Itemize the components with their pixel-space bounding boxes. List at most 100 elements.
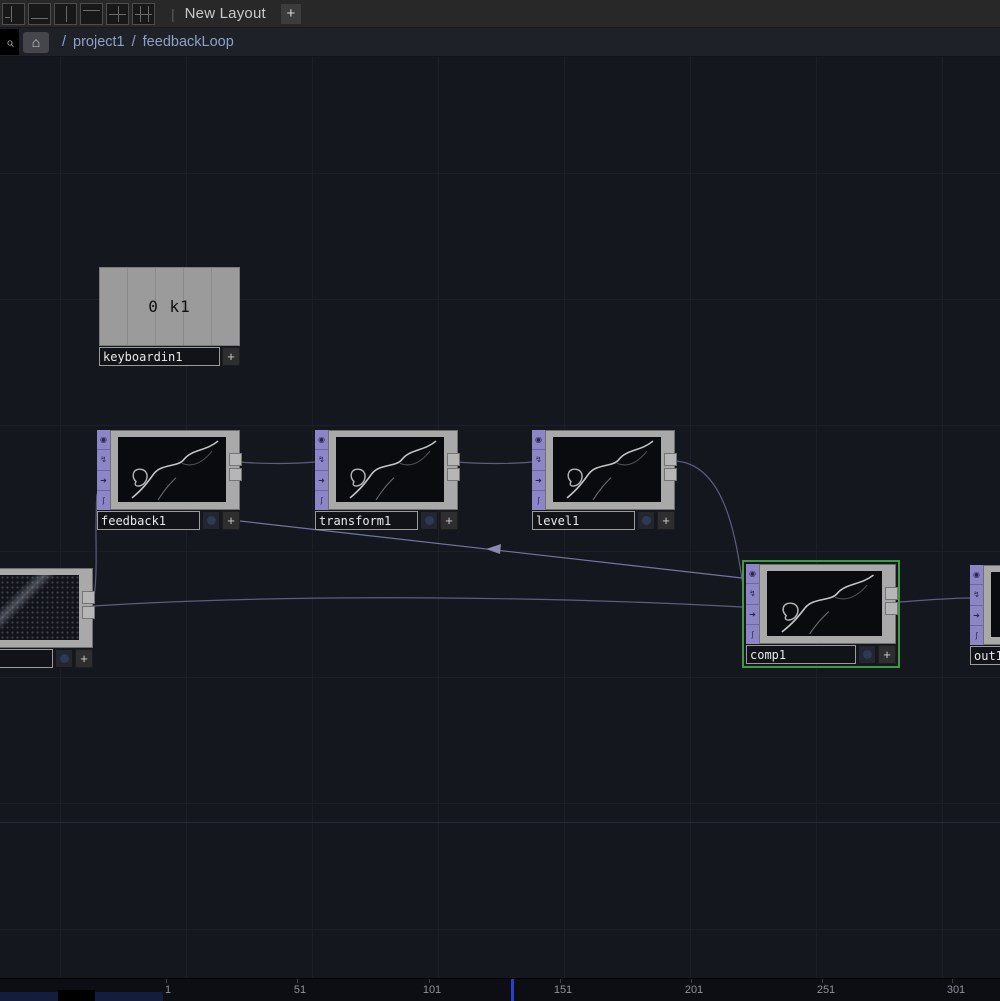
layout-preset-4-button[interactable] [80, 3, 103, 25]
transform1-viewer-toggle[interactable] [420, 511, 438, 530]
timeline-tick-label: 301 [947, 984, 965, 996]
search-button[interactable]: ⌕ [0, 29, 19, 55]
render-flag-icon[interactable]: ➜ [746, 605, 759, 625]
bypass-flag-icon[interactable]: ↯ [532, 450, 545, 470]
comp1-thumbnail[interactable] [767, 571, 882, 636]
viewer-flag-icon[interactable]: ◉ [532, 430, 545, 450]
timeline-tick-label: 251 [817, 984, 835, 996]
selection-outline: ◉ ↯ ➜ ʃ [742, 560, 900, 668]
node-out1[interactable]: ◉ ↯ ➜ ʃ [970, 565, 1000, 665]
render-flag-icon[interactable]: ➜ [970, 606, 983, 626]
network-editor-canvas[interactable]: 0 k1 + ◉ ↯ ➜ ʃ [0, 57, 1000, 978]
layout-preset-1-button[interactable] [2, 3, 25, 25]
source-viewer-toggle[interactable] [55, 649, 73, 668]
timeline-tickmark [166, 979, 167, 983]
layout-preset-6-button[interactable] [132, 3, 155, 25]
layout-preset-5-button[interactable] [106, 3, 129, 25]
out1-thumbnail[interactable] [991, 572, 1000, 637]
feedback1-expand-button[interactable]: + [222, 511, 240, 530]
node-transform1[interactable]: ◉ ↯ ➜ ʃ [315, 430, 458, 530]
source-frame [0, 568, 93, 648]
render-flag-icon[interactable]: ➜ [315, 471, 328, 491]
breadcrumb-separator: / [132, 34, 136, 50]
display-flag-icon[interactable]: ʃ [970, 626, 983, 645]
timeline-tick-label: 151 [554, 984, 572, 996]
viewer-flag-icon[interactable]: ◉ [746, 564, 759, 584]
node-comp1[interactable]: ◉ ↯ ➜ ʃ [746, 564, 896, 664]
keyboardin1-expand-button[interactable]: + [222, 347, 240, 366]
search-icon: ⌕ [6, 34, 14, 51]
timeline-playhead[interactable] [511, 979, 514, 1001]
wire-level1-comp1 [675, 461, 743, 585]
bypass-flag-icon[interactable]: ↯ [97, 450, 110, 470]
level1-viewer-toggle[interactable] [637, 511, 655, 530]
wire-feedback1-transform1 [240, 462, 315, 464]
comp1-frame [759, 564, 896, 644]
level1-output-connector[interactable] [664, 453, 677, 483]
node-feedback1[interactable]: ◉ ↯ ➜ ʃ [97, 430, 240, 530]
viewer-flag-icon[interactable]: ◉ [970, 565, 983, 585]
viewer-dot-icon [60, 654, 69, 663]
wire-transform1-level1 [457, 462, 532, 464]
comp1-name-field[interactable] [746, 645, 856, 664]
timeline-range-marker [58, 990, 95, 1001]
feedback1-name-field[interactable] [97, 511, 200, 530]
source-thumbnail[interactable] [0, 575, 79, 640]
timeline-tickmark [297, 979, 298, 983]
node-level1[interactable]: ◉ ↯ ➜ ʃ [532, 430, 675, 530]
timeline-tickmark [560, 979, 561, 983]
transform1-thumbnail[interactable] [336, 437, 444, 502]
breadcrumb-project[interactable]: project1 [73, 34, 125, 50]
source-expand-button[interactable]: + [75, 649, 93, 668]
source-name-field[interactable] [0, 649, 53, 668]
comp1-viewer-toggle[interactable] [858, 645, 876, 664]
viewer-dot-icon [863, 650, 872, 659]
viewer-flag-icon[interactable]: ◉ [97, 430, 110, 450]
feedback1-frame [110, 430, 240, 510]
bypass-flag-icon[interactable]: ↯ [746, 584, 759, 604]
viewer-dot-icon [642, 516, 651, 525]
display-flag-icon[interactable]: ʃ [315, 491, 328, 510]
bypass-flag-icon[interactable]: ↯ [970, 585, 983, 605]
window-layout-bar: | New Layout + [0, 0, 1000, 28]
wire-comp1-out1 [900, 598, 972, 602]
timeline-tick-label: 101 [423, 984, 441, 996]
comp1-output-connector[interactable] [885, 587, 898, 617]
display-flag-icon[interactable]: ʃ [97, 491, 110, 510]
out1-flag-column: ◉ ↯ ➜ ʃ [970, 565, 983, 645]
display-flag-icon[interactable]: ʃ [746, 625, 759, 644]
transform1-output-connector[interactable] [447, 453, 460, 483]
render-flag-icon[interactable]: ➜ [97, 471, 110, 491]
feedback1-viewer-toggle[interactable] [202, 511, 220, 530]
keyboardin1-viewer[interactable]: 0 k1 [99, 267, 240, 346]
level1-flag-column: ◉ ↯ ➜ ʃ [532, 430, 545, 510]
display-flag-icon[interactable]: ʃ [532, 491, 545, 510]
layout-preset-2-button[interactable] [28, 3, 51, 25]
render-flag-icon[interactable]: ➜ [532, 471, 545, 491]
add-layout-button[interactable]: + [280, 3, 302, 25]
node-keyboardin1[interactable]: 0 k1 + [99, 267, 240, 366]
home-button[interactable]: ⌂ [23, 32, 49, 53]
feedback1-output-connector[interactable] [229, 453, 242, 483]
keyboardin1-name-field[interactable] [99, 347, 220, 366]
node-source[interactable]: + [0, 568, 93, 668]
transform1-name-field[interactable] [315, 511, 418, 530]
level1-expand-button[interactable]: + [657, 511, 675, 530]
layout-preset-group [0, 3, 155, 25]
out1-name-field[interactable] [970, 646, 1000, 665]
bypass-flag-icon[interactable]: ↯ [315, 450, 328, 470]
transform1-expand-button[interactable]: + [440, 511, 458, 530]
home-icon: ⌂ [32, 34, 40, 50]
feedback1-thumbnail[interactable] [118, 437, 226, 502]
level1-name-field[interactable] [532, 511, 635, 530]
viewer-flag-icon[interactable]: ◉ [315, 430, 328, 450]
transform1-flag-column: ◉ ↯ ➜ ʃ [315, 430, 328, 510]
comp1-expand-button[interactable]: + [878, 645, 896, 664]
feedback-arrow-icon [486, 544, 501, 554]
level1-thumbnail[interactable] [553, 437, 661, 502]
layout-preset-3-button[interactable] [54, 3, 77, 25]
breadcrumb-network[interactable]: feedbackLoop [143, 34, 234, 50]
source-output-connector[interactable] [82, 591, 95, 621]
timeline-ruler[interactable]: 1 51 101 151 201 251 301 [0, 978, 1000, 1001]
level1-frame [545, 430, 675, 510]
